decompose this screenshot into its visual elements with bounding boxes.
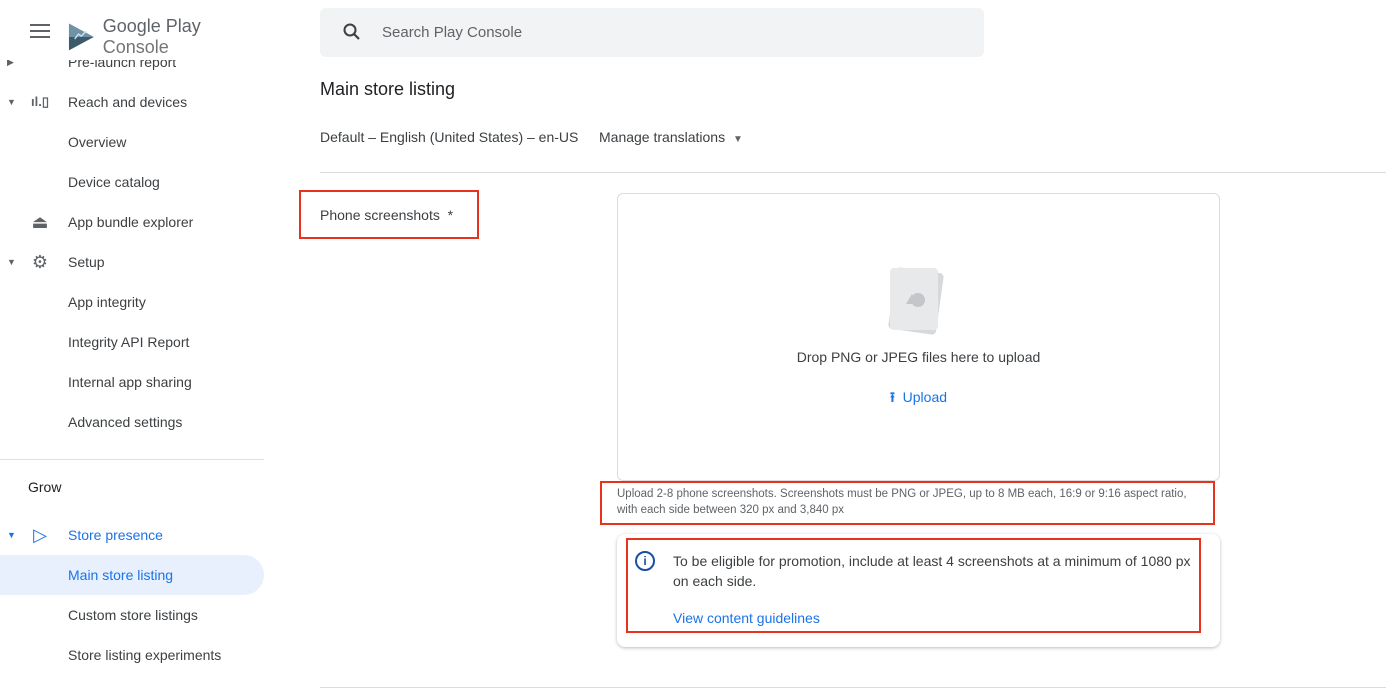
dropdown-arrow-icon: ▼ [732, 134, 743, 145]
divider [320, 687, 1386, 688]
upload-icon: ⭱ [889, 389, 895, 405]
play-icon: ▷ [33, 525, 47, 545]
divider [0, 459, 264, 460]
page-title: Main store listing [320, 79, 456, 99]
sidebar-item-advanced-settings[interactable]: Advanced settings [0, 402, 264, 442]
search-input[interactable]: Search Play Console [320, 8, 984, 57]
highlight-box [626, 538, 1201, 633]
manage-translations-label: Manage translations [599, 129, 726, 145]
logo-subtext: Console [102, 37, 169, 57]
chevron-down-icon: ▼ [7, 257, 16, 267]
search-placeholder: Search Play Console [382, 24, 523, 41]
sidebar-header: Google Play Console [0, 0, 264, 60]
gear-icon: ⚙ [31, 252, 49, 272]
menu-icon[interactable] [30, 24, 50, 42]
image-placeholder-icon [888, 267, 944, 335]
play-console-logo-icon [68, 23, 94, 51]
sidebar-item-main-store-listing[interactable]: Main store listing [0, 555, 264, 595]
drop-instructions: Drop PNG or JPEG files here to upload [796, 349, 1041, 365]
chevron-down-icon: ▼ [7, 97, 16, 107]
sidebar-item-app-bundle-explorer[interactable]: ⏏ App bundle explorer [0, 202, 264, 242]
screenshot-requirements: Upload 2-8 phone screenshots. Screenshot… [617, 488, 1187, 516]
android-icon: ⏏ [31, 212, 49, 232]
sidebar: ▶ Pre-launch report ▼ ıl.▯ Reach and device… [0, 0, 264, 689]
manage-translations-button[interactable]: Manage translations ▼ [599, 129, 743, 145]
logo-text: Google Play [102, 16, 201, 36]
language-label: Default – English (United States) – en-U… [320, 129, 579, 145]
phone-screenshots-label: Phone screenshots * [320, 207, 454, 223]
search-icon [343, 23, 360, 40]
upload-label: Upload [902, 389, 948, 405]
section-grow: Grow [28, 479, 62, 495]
sidebar-item-reach-and-devices[interactable]: ▼ ıl.▯ Reach and devices [0, 82, 264, 122]
sidebar-item-store-presence[interactable]: ▼ ▷ Store presence [0, 515, 264, 555]
chevron-down-icon: ▼ [7, 530, 16, 540]
sidebar-item-device-catalog[interactable]: Device catalog [0, 162, 264, 202]
sidebar-item-app-integrity[interactable]: App integrity [0, 282, 264, 322]
sidebar-item-integrity-api-report[interactable]: Integrity API Report [0, 322, 264, 362]
divider [320, 172, 1386, 173]
sidebar-item-store-listing-experiments[interactable]: Store listing experiments [0, 635, 264, 675]
upload-button[interactable]: ⭱ Upload [618, 387, 1219, 411]
sidebar-item-setup[interactable]: ▼ ⚙ Setup [0, 242, 264, 282]
sidebar-item-custom-store-listings[interactable]: Custom store listings [0, 595, 264, 635]
sidebar-item-overview[interactable]: Overview [0, 122, 264, 162]
sidebar-item-internal-app-sharing[interactable]: Internal app sharing [0, 362, 264, 402]
logo[interactable]: Google Play Console [68, 16, 264, 58]
screenshot-drop-zone[interactable]: Drop PNG or JPEG files here to upload ⭱ … [617, 193, 1220, 481]
bar-chart-icon: ıl.▯ [31, 94, 49, 109]
